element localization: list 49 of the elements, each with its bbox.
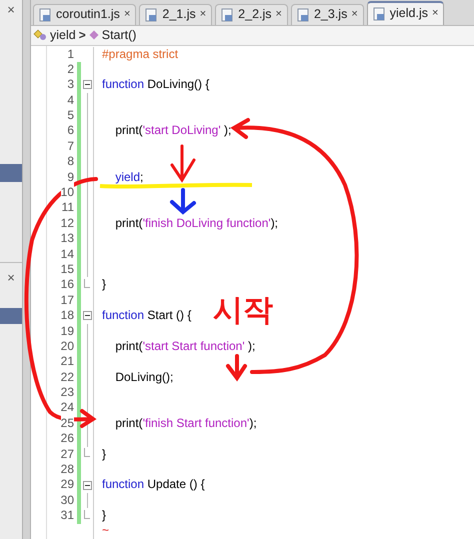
file-tab[interactable]: 2_2.js × (215, 4, 288, 25)
file-tab[interactable]: 2_3.js × (290, 4, 364, 25)
fold-toggle-icon[interactable] (82, 311, 92, 320)
code-line: print('start DoLiving' ); (114, 123, 232, 139)
panel-splitter[interactable] (22, 0, 31, 539)
code-line: #pragma strict (102, 46, 178, 62)
code-line: yield; (114, 170, 144, 186)
close-icon[interactable]: × (124, 6, 130, 23)
code-line: function DoLiving() { (102, 77, 210, 93)
file-icon (296, 8, 310, 22)
end-of-file-marker: ~ (102, 524, 110, 539)
breadcrumb-separator: > (78, 27, 86, 44)
breadcrumb-item[interactable]: yield (50, 26, 76, 44)
panel-header-bar (0, 164, 22, 182)
code-line: } (102, 508, 106, 524)
down-arrow (170, 144, 196, 183)
code-line: DoLiving(); (114, 370, 174, 386)
fold-end-icon (84, 510, 90, 522)
file-icon (39, 8, 52, 22)
close-icon[interactable]: × (7, 271, 15, 284)
code-line: print('finish DoLiving function'); (114, 216, 278, 232)
code-line: } (102, 277, 106, 293)
code-line: } (102, 446, 106, 462)
file-icon (221, 8, 234, 22)
breadcrumb-item[interactable]: Start() (102, 26, 136, 44)
file-icon (145, 8, 158, 22)
handwritten-label: 시작 (213, 296, 273, 326)
line-number: 24 (60, 400, 74, 416)
close-icon[interactable]: × (351, 6, 358, 23)
fold-toggle-icon[interactable] (82, 480, 92, 490)
file-tab[interactable]: 2_1.js × (139, 4, 212, 25)
file-tab[interactable]: yield.js × (366, 0, 444, 25)
close-icon[interactable]: × (432, 5, 438, 22)
close-icon[interactable]: × (7, 3, 15, 16)
line-number: 9 (67, 170, 74, 186)
close-icon[interactable]: × (200, 6, 206, 23)
class-icon (33, 29, 47, 42)
code-line: print('finish Start function'); (114, 416, 257, 432)
fold-toggle-icon[interactable] (82, 80, 92, 90)
panel-header-bar (0, 308, 22, 324)
file-icon (372, 6, 386, 21)
code-line: function Update () { (102, 477, 205, 493)
fold-guide (86, 492, 88, 508)
method-icon (88, 30, 99, 40)
code-line: function Start () { (102, 308, 192, 324)
code-line: print('start Start function' ); (114, 338, 256, 354)
close-icon[interactable]: × (276, 6, 282, 23)
file-tab[interactable]: coroutin1.js × (33, 4, 136, 25)
down-arrow (170, 188, 196, 215)
